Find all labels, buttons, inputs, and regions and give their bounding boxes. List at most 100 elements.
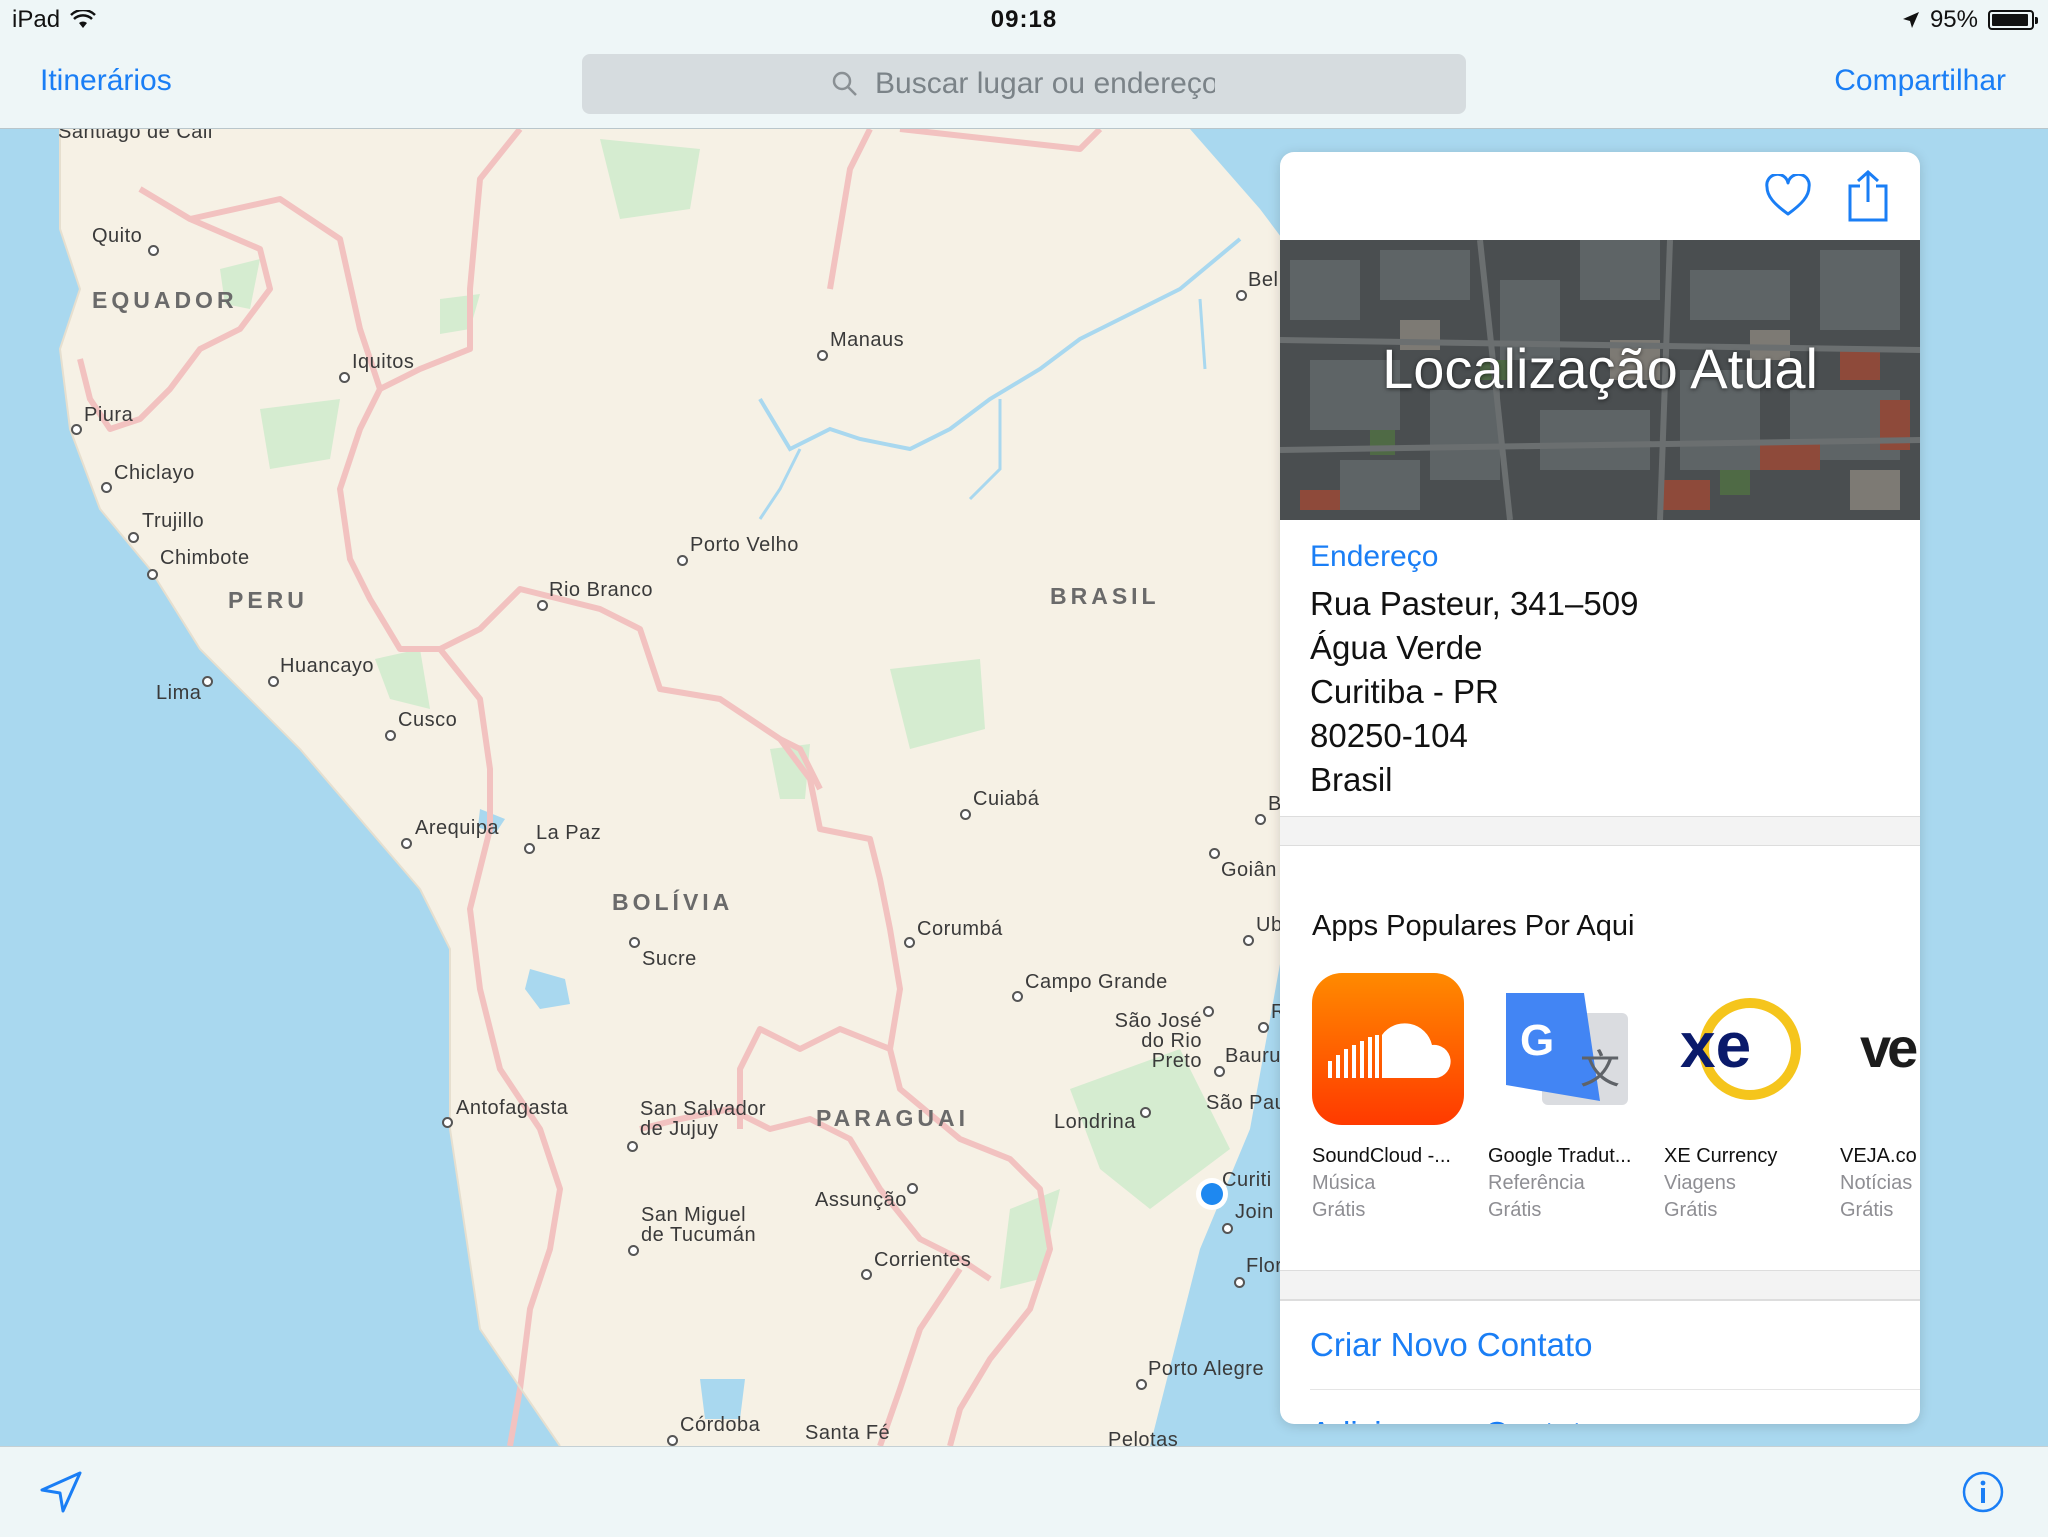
clock: 09:18 bbox=[990, 6, 1058, 33]
city-marker bbox=[817, 350, 828, 361]
location-arrow-icon bbox=[40, 1471, 82, 1513]
app-item-soundcloud[interactable]: SoundCloud -... Música Grátis bbox=[1312, 973, 1464, 1222]
track-location-button[interactable] bbox=[38, 1469, 84, 1515]
city-label: Ub bbox=[1256, 914, 1283, 936]
city-label: Corumbá bbox=[917, 918, 1003, 940]
city-marker bbox=[861, 1269, 872, 1280]
app-item-google-translate[interactable]: G 文 Google Tradut... Referência Grátis bbox=[1488, 973, 1640, 1222]
country-label: PERU bbox=[228, 587, 308, 613]
share-button[interactable]: Compartilhar bbox=[1834, 64, 2006, 98]
city-marker bbox=[1214, 1066, 1225, 1077]
city-marker bbox=[904, 937, 915, 948]
city-label: Corrientes bbox=[874, 1249, 972, 1271]
city-marker bbox=[1203, 1006, 1214, 1017]
create-contact-button[interactable]: Criar Novo Contato bbox=[1310, 1301, 1920, 1390]
city-label: Manaus bbox=[830, 329, 905, 351]
app-name: Google Tradut... bbox=[1488, 1145, 1632, 1167]
status-bar: iPad 09:18 95% bbox=[0, 0, 2048, 40]
city-label: Cuiabá bbox=[973, 788, 1040, 810]
city-marker bbox=[128, 532, 139, 543]
city-label: San Miguel de Tucumán bbox=[641, 1204, 757, 1246]
city-marker bbox=[147, 569, 158, 580]
city-marker bbox=[1243, 935, 1254, 946]
city-label: Trujillo bbox=[142, 510, 205, 532]
google-translate-icon: G 文 bbox=[1488, 973, 1640, 1125]
popular-apps-section: Apps Populares Por Aqui SoundCloud -... bbox=[1280, 846, 1920, 1270]
city-label: Chiclayo bbox=[114, 462, 195, 484]
hero-title: Localização Atual bbox=[1382, 337, 1818, 400]
address-section[interactable]: Endereço Rua Pasteur, 341–509 Água Verde… bbox=[1280, 520, 1920, 816]
address-heading: Endereço bbox=[1310, 540, 1439, 573]
city-label: São Pau bbox=[1206, 1092, 1287, 1114]
favorite-button[interactable] bbox=[1760, 168, 1816, 224]
share-icon bbox=[1848, 170, 1888, 222]
search-bar[interactable] bbox=[582, 54, 1466, 114]
city-marker bbox=[442, 1117, 453, 1128]
city-label: Porto Alegre bbox=[1148, 1358, 1265, 1380]
city-label: São José do Rio Preto bbox=[1114, 1010, 1202, 1072]
directions-button[interactable]: Itinerários bbox=[40, 64, 172, 98]
city-label: Flor bbox=[1246, 1255, 1283, 1277]
nav-bar: Itinerários Compartilhar bbox=[0, 40, 2048, 129]
heart-icon bbox=[1765, 174, 1811, 216]
map-info-button[interactable] bbox=[1960, 1469, 2006, 1515]
city-marker bbox=[1258, 1022, 1269, 1033]
app-category: Referência bbox=[1488, 1172, 1585, 1194]
svg-text:xe: xe bbox=[1680, 1009, 1751, 1081]
city-label: Iquitos bbox=[352, 351, 415, 373]
svg-text:G: G bbox=[1520, 1016, 1554, 1065]
card-header bbox=[1280, 152, 1920, 240]
city-marker bbox=[627, 1141, 638, 1152]
city-label: Bel bbox=[1248, 269, 1279, 291]
country-label: EQUADOR bbox=[92, 287, 238, 313]
app-item-veja[interactable]: ve VEJA.co Notícias Grátis bbox=[1840, 973, 1920, 1222]
city-marker bbox=[202, 676, 213, 687]
city-label: Pelotas bbox=[1108, 1429, 1179, 1446]
city-marker bbox=[385, 730, 396, 741]
address-line: 80250-104 bbox=[1310, 717, 1468, 754]
location-card: Localização Atual Endereço Rua Pasteur, … bbox=[1280, 152, 1920, 1424]
card-share-button[interactable] bbox=[1840, 168, 1896, 224]
city-label: Huancayo bbox=[280, 655, 375, 677]
city-label: Lima bbox=[156, 682, 202, 704]
add-to-contact-button[interactable]: Adicionar a Contato bbox=[1310, 1390, 1920, 1424]
address-line: Água Verde bbox=[1310, 629, 1483, 666]
city-label: Antofagasta bbox=[456, 1097, 569, 1119]
city-label: Campo Grande bbox=[1025, 971, 1168, 993]
city-label: Córdoba bbox=[680, 1414, 761, 1436]
city-label: San Salvador de Jujuy bbox=[640, 1098, 767, 1140]
city-marker bbox=[71, 424, 82, 435]
battery-icon bbox=[1988, 10, 2038, 30]
satellite-thumbnail[interactable]: Localização Atual bbox=[1280, 240, 1920, 520]
country-label: BOLÍVIA bbox=[612, 889, 734, 915]
city-marker bbox=[1222, 1223, 1233, 1234]
city-marker bbox=[268, 676, 279, 687]
city-label: La Paz bbox=[536, 822, 602, 844]
app-name: SoundCloud -... bbox=[1312, 1145, 1451, 1167]
app-category: Notícias bbox=[1840, 1172, 1913, 1194]
veja-icon: ve bbox=[1840, 973, 1920, 1125]
city-label: Santa Fé bbox=[805, 1422, 891, 1444]
city-label: Arequipa bbox=[415, 817, 500, 839]
city-marker bbox=[629, 937, 640, 948]
search-input[interactable] bbox=[873, 66, 1217, 102]
city-label: Londrina bbox=[1054, 1111, 1136, 1133]
apps-row[interactable]: SoundCloud -... Música Grátis G 文 Google… bbox=[1312, 973, 1920, 1222]
city-marker bbox=[1234, 1277, 1245, 1288]
city-marker bbox=[1255, 814, 1266, 825]
country-label: PARAGUAI bbox=[816, 1105, 969, 1131]
app-name: XE Currency bbox=[1664, 1145, 1778, 1167]
app-price: Grátis bbox=[1664, 1199, 1718, 1221]
city-label: Porto Velho bbox=[690, 534, 799, 556]
country-label: BRASIL bbox=[1050, 583, 1160, 609]
app-category: Música bbox=[1312, 1172, 1376, 1194]
city-marker bbox=[339, 372, 350, 383]
app-price: Grátis bbox=[1312, 1199, 1366, 1221]
city-marker bbox=[101, 482, 112, 493]
city-marker bbox=[677, 555, 688, 566]
svg-text:ve: ve bbox=[1860, 1016, 1917, 1079]
app-item-xe-currency[interactable]: xe XE Currency Viagens Grátis bbox=[1664, 973, 1816, 1222]
city-label: Sucre bbox=[642, 948, 697, 970]
battery-percent: 95% bbox=[1929, 6, 1978, 33]
address-line: Rua Pasteur, 341–509 bbox=[1310, 585, 1639, 622]
